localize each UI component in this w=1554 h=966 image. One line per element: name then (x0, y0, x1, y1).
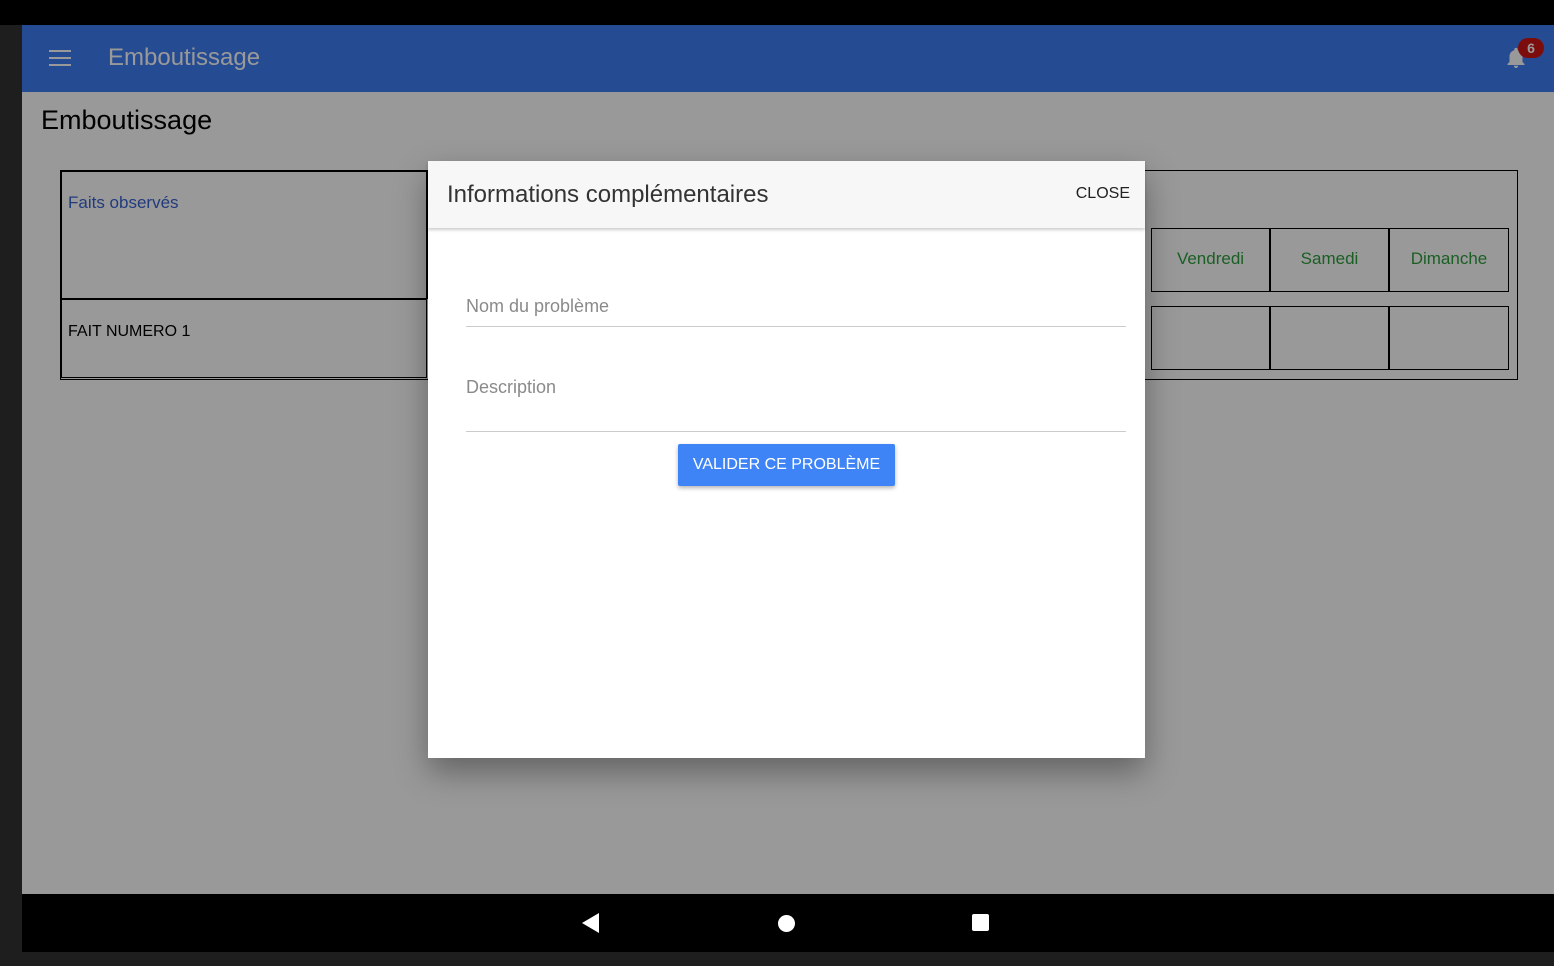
additional-info-dialog: Informations complémentaires CLOSE VALID… (428, 161, 1145, 758)
close-button[interactable]: CLOSE (1076, 185, 1130, 203)
description-field (466, 377, 1126, 432)
problem-name-input[interactable] (466, 296, 1126, 317)
description-input[interactable] (466, 377, 1126, 419)
status-bar (0, 0, 1554, 25)
dialog-title: Informations complémentaires (447, 181, 769, 208)
recent-apps-square-icon[interactable] (972, 914, 989, 931)
problem-name-field (466, 296, 1126, 327)
validate-problem-button[interactable]: VALIDER CE PROBLÈME (678, 444, 895, 486)
back-triangle-icon[interactable] (582, 913, 599, 933)
home-circle-icon[interactable] (778, 915, 795, 932)
app-screen: Emboutissage 6 Emboutissage Faits observ… (22, 25, 1554, 894)
dialog-header: Informations complémentaires CLOSE (428, 161, 1145, 228)
bottom-edge (0, 952, 1554, 966)
system-navigation-bar (22, 894, 1554, 952)
